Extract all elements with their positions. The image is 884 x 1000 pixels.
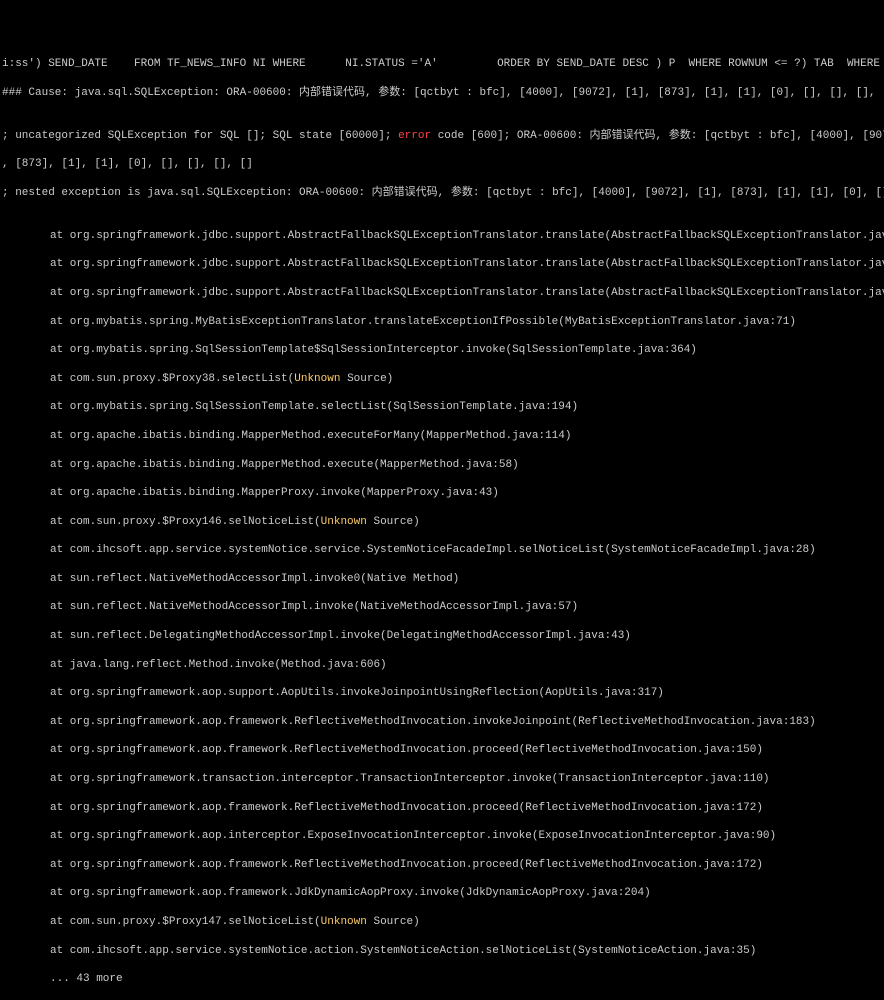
stacktrace-line: at org.apache.ibatis.binding.MapperMetho… <box>2 458 882 472</box>
log-text: ; uncategorized SQLException for SQL [];… <box>2 130 398 142</box>
stacktrace-line: at com.ihcsoft.app.service.systemNotice.… <box>2 944 882 958</box>
stacktrace-line: at org.apache.ibatis.binding.MapperMetho… <box>2 429 882 443</box>
stacktrace-line: at org.springframework.aop.framework.Ref… <box>2 801 882 815</box>
stacktrace-line: at com.sun.proxy.$Proxy38.selectList(Unk… <box>2 372 882 386</box>
log-text: code [600]; ORA-00600: 内部错误代码, 参数: [qctb… <box>431 130 884 142</box>
log-line: ; uncategorized SQLException for SQL [];… <box>2 129 882 143</box>
stacktrace-line: at java.lang.reflect.Method.invoke(Metho… <box>2 658 882 672</box>
stacktrace-line: at org.springframework.transaction.inter… <box>2 772 882 786</box>
unknown-keyword: Unknown <box>321 516 367 528</box>
stacktrace-line: at org.springframework.aop.framework.Ref… <box>2 743 882 757</box>
stacktrace-line: at org.springframework.jdbc.support.Abst… <box>2 229 882 243</box>
log-text: Source) <box>367 916 420 928</box>
stacktrace-line: ... 43 more <box>2 972 882 986</box>
stacktrace-line: at org.mybatis.spring.SqlSessionTemplate… <box>2 343 882 357</box>
log-line: ; nested exception is java.sql.SQLExcept… <box>2 186 882 200</box>
stacktrace-line: at sun.reflect.NativeMethodAccessorImpl.… <box>2 600 882 614</box>
error-keyword: error <box>398 130 431 142</box>
stacktrace-line: at org.springframework.aop.framework.Jdk… <box>2 886 882 900</box>
log-line: i:ss') SEND_DATE FROM TF_NEWS_INFO NI WH… <box>2 57 882 71</box>
stacktrace-line: at org.springframework.jdbc.support.Abst… <box>2 286 882 300</box>
stacktrace-line: at org.springframework.jdbc.support.Abst… <box>2 257 882 271</box>
stacktrace-line: at sun.reflect.NativeMethodAccessorImpl.… <box>2 572 882 586</box>
log-text: at com.sun.proxy.$Proxy38.selectList( <box>50 373 294 385</box>
stacktrace-line: at com.sun.proxy.$Proxy146.selNoticeList… <box>2 515 882 529</box>
stacktrace-line: at org.springframework.aop.framework.Ref… <box>2 858 882 872</box>
stacktrace-line: at org.mybatis.spring.SqlSessionTemplate… <box>2 400 882 414</box>
stacktrace-line: at org.springframework.aop.framework.Ref… <box>2 715 882 729</box>
unknown-keyword: Unknown <box>294 373 340 385</box>
log-text: Source) <box>340 373 393 385</box>
log-line: ### Cause: java.sql.SQLException: ORA-00… <box>2 86 882 100</box>
stacktrace-line: at sun.reflect.DelegatingMethodAccessorI… <box>2 629 882 643</box>
stacktrace-line: at org.springframework.aop.interceptor.E… <box>2 829 882 843</box>
log-text: Source) <box>367 516 420 528</box>
log-text: at com.sun.proxy.$Proxy146.selNoticeList… <box>50 516 321 528</box>
stacktrace-line: at com.sun.proxy.$Proxy147.selNoticeList… <box>2 915 882 929</box>
unknown-keyword: Unknown <box>321 916 367 928</box>
log-line: , [873], [1], [1], [0], [], [], [], [] <box>2 157 882 171</box>
stacktrace-line: at org.springframework.aop.support.AopUt… <box>2 686 882 700</box>
stacktrace-line: at com.ihcsoft.app.service.systemNotice.… <box>2 543 882 557</box>
log-text: at com.sun.proxy.$Proxy147.selNoticeList… <box>50 916 321 928</box>
stacktrace-line: at org.apache.ibatis.binding.MapperProxy… <box>2 486 882 500</box>
stacktrace-line: at org.mybatis.spring.MyBatisExceptionTr… <box>2 315 882 329</box>
